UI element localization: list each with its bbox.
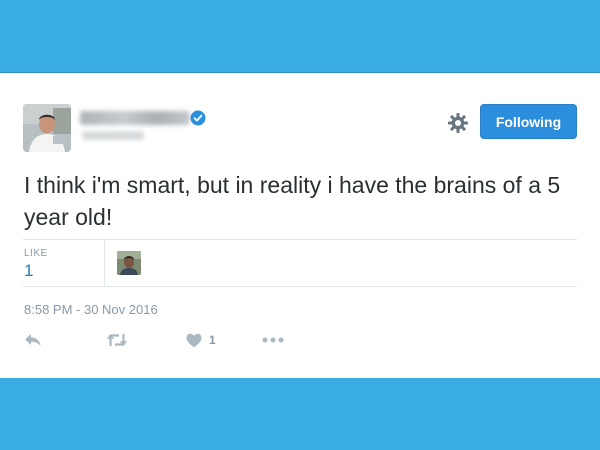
- retweet-icon: [106, 334, 128, 346]
- author-handle-blurred: [82, 131, 144, 140]
- like-action-count: 1: [209, 333, 216, 347]
- author-name-blurred[interactable]: [80, 111, 190, 125]
- tweet-text: I think i'm smart, but in reality i have…: [24, 172, 561, 230]
- stats-divider: [104, 239, 105, 286]
- likes-count[interactable]: 1: [24, 261, 33, 281]
- verified-badge-icon: [190, 110, 206, 126]
- reply-button[interactable]: [24, 329, 42, 351]
- likes-label: LIKE: [24, 248, 48, 259]
- gear-icon[interactable]: [447, 112, 469, 134]
- reply-icon: [25, 334, 41, 346]
- divider-bottom: [23, 286, 577, 287]
- tweet-timestamp[interactable]: 8:58 PM - 30 Nov 2016: [24, 302, 158, 317]
- retweet-button[interactable]: [106, 329, 128, 351]
- tweet-card: Following I think i'm smart, but in real…: [0, 72, 600, 379]
- divider-top: [23, 239, 577, 240]
- following-button[interactable]: Following: [480, 104, 577, 139]
- author-avatar[interactable]: [23, 104, 71, 152]
- heart-icon: [186, 333, 202, 347]
- like-button[interactable]: 1: [186, 329, 216, 351]
- more-icon: [262, 337, 284, 343]
- more-button[interactable]: [262, 329, 284, 351]
- liker-avatar[interactable]: [117, 251, 141, 275]
- top-background-band: [0, 0, 600, 72]
- bottom-background-band: [0, 378, 600, 450]
